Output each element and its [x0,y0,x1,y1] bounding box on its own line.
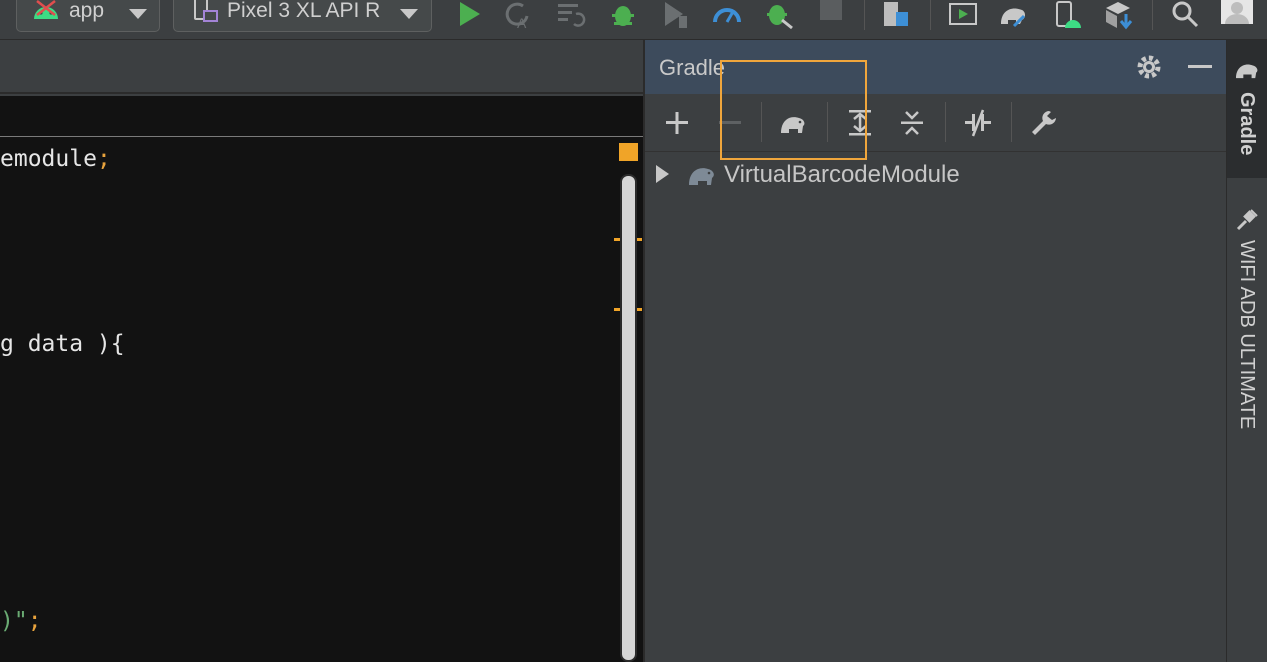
toolbar-separator [1152,0,1153,30]
run-config-combo[interactable]: app [16,0,160,32]
main-toolbar: app Pixel 3 XL API R A [0,0,1267,40]
stop-icon[interactable] [820,0,842,20]
code-line[interactable]: )"; [0,608,42,634]
project-structure-icon[interactable] [882,0,912,30]
tool-tab-label: WIFI ADB ULTIMATE [1236,240,1258,430]
tool-tab-gradle[interactable]: Gradle [1227,40,1267,178]
gradle-elephant-icon [1236,64,1258,79]
tree-item-label: VirtualBarcodeModule [724,161,960,188]
minimize-icon[interactable] [1188,65,1212,68]
code-semicolon: ; [96,146,111,172]
profile-icon[interactable] [661,0,691,30]
toolbar-separator [945,102,946,142]
tool-tab-label: Gradle [1236,92,1258,156]
svg-text:A: A [517,15,527,30]
code-string: )" [0,608,28,634]
emulator-icon[interactable] [948,0,978,30]
code-line[interactable]: g data ){ [0,331,125,357]
expand-arrow-icon[interactable] [654,164,670,184]
attach-debugger-icon[interactable] [764,0,794,30]
code-text: g data ){ [0,331,125,357]
code-text: emodule [0,146,97,172]
toolbar-separator [930,0,931,30]
android-icon [34,0,58,19]
toggle-offline-icon[interactable] [963,108,993,138]
editor-scrollbar[interactable] [620,174,637,662]
avd-manager-icon[interactable] [1053,0,1083,30]
code-line[interactable]: emodule; [0,146,111,172]
add-icon[interactable] [662,108,692,138]
settings-wrench-icon[interactable] [1029,108,1059,138]
apply-changes-icon[interactable]: A [503,0,533,30]
panel-title: Gradle [659,55,726,80]
apply-code-changes-icon[interactable] [556,0,586,30]
analysis-warning-indicator[interactable] [619,143,638,161]
toolbar-separator [1011,102,1012,142]
gear-icon[interactable] [1135,53,1163,81]
tree-item-virtualbarcodemodule[interactable]: VirtualBarcodeModule [645,155,1226,195]
device-icon [194,0,218,22]
chevron-down-icon [400,9,418,19]
device-label: Pixel 3 XL API R [227,0,381,22]
editor-tab-strip [0,40,643,94]
run-icon[interactable] [454,0,484,30]
tool-tab-wifi-adb-ultimate[interactable]: WIFI ADB ULTIMATE [1227,200,1267,460]
gradle-elephant-icon [689,168,714,185]
right-tool-strip: Gradle WIFI ADB ULTIMATE [1226,40,1267,662]
debug-icon[interactable] [608,0,638,30]
editor-divider [0,136,643,137]
gradle-panel: Gradle VirtualBarcodeModule [643,40,1226,662]
code-semicolon: ; [27,608,42,634]
device-combo[interactable]: Pixel 3 XL API R [173,0,432,32]
chevron-down-icon [129,9,147,19]
code-editor[interactable]: emodule; g data ){ )"; [0,96,643,662]
avatar-icon[interactable] [1221,0,1253,24]
profiler-icon[interactable] [712,0,742,30]
highlight-box [720,60,867,160]
plug-icon [1236,209,1258,231]
sdk-manager-icon[interactable] [1104,0,1134,30]
search-icon[interactable] [1170,0,1200,30]
gradle-sync-icon[interactable] [998,0,1028,30]
toolbar-separator [864,0,865,30]
run-config-label: app [69,0,105,22]
collapse-all-icon[interactable] [897,108,927,138]
